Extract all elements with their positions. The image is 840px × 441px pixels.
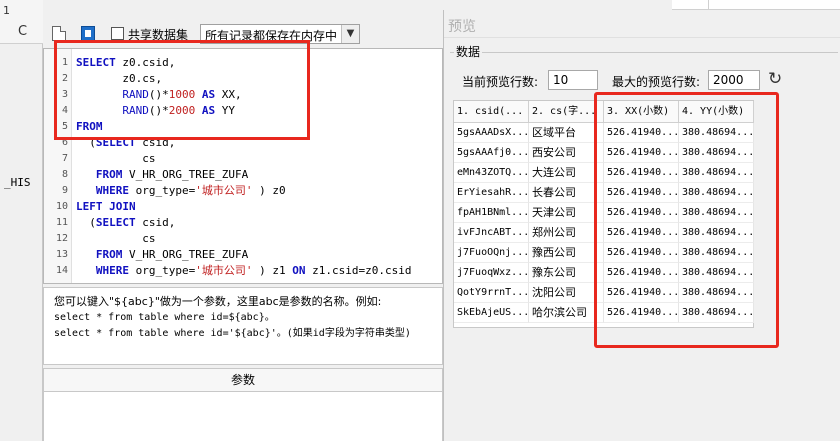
database-icon[interactable] (81, 26, 95, 41)
background-grid (672, 0, 840, 10)
line-number: 7 (61, 153, 68, 164)
table-cell: 豫东公司 (529, 263, 604, 283)
table-cell: 郑州公司 (529, 223, 604, 243)
code-token: FROM (95, 168, 123, 181)
code-token: cs (76, 232, 156, 245)
code-line[interactable]: 7 cs (44, 151, 442, 167)
line-number: 13 (55, 249, 68, 260)
highlight-box-sql (54, 40, 310, 140)
code-token: FROM (95, 248, 123, 261)
line-number: 11 (55, 217, 68, 228)
code-line[interactable]: 11 (SELECT csid, (44, 215, 442, 231)
preview-title: 预览 (448, 19, 476, 35)
left-refresh-icon[interactable]: C (18, 24, 27, 39)
code-text: WHERE org_type='城市公司' ) z1 ON z1.csid=z0… (76, 263, 412, 279)
params-header: 参数 (43, 368, 443, 392)
line-number: 14 (55, 265, 68, 276)
code-token: org_type= (129, 264, 196, 277)
code-token: csid, (135, 216, 176, 229)
code-line[interactable]: 9 WHERE org_type='城市公司' ) z0 (44, 183, 442, 199)
code-token: LEFT JOIN (76, 200, 136, 213)
line-number: 12 (55, 233, 68, 244)
table-cell: j7FuoOQnj... (454, 243, 529, 263)
code-token: ) z0 (252, 184, 286, 197)
column-header[interactable]: 1. csid(... (454, 101, 529, 123)
code-text: FROM V_HR_ORG_TREE_ZUFA (76, 167, 248, 183)
line-number: 8 (61, 169, 68, 180)
code-token: WHERE (95, 264, 129, 277)
code-line[interactable]: 8 FROM V_HR_ORG_TREE_ZUFA (44, 167, 442, 183)
line-number: 9 (61, 185, 68, 196)
data-group-label: 数据 (454, 43, 483, 60)
table-cell: 5gsAAAfj0... (454, 143, 529, 163)
code-line[interactable]: 10 LEFT JOIN (44, 199, 442, 215)
table-cell: SkEbAjeUS... (454, 303, 529, 323)
code-token: ( (76, 216, 96, 229)
table-cell: 沈阳公司 (529, 283, 604, 303)
column-header[interactable]: 2. cs(字... (529, 101, 604, 123)
parameter-hint: 您可以键入"${abc}"做为一个参数，这里abc是参数的名称。例如: sele… (43, 287, 443, 365)
table-cell: 西安公司 (529, 143, 604, 163)
table-cell: 区域平台 (529, 123, 604, 143)
table-cell: QotY9rrnT... (454, 283, 529, 303)
code-text: FROM V_HR_ORG_TREE_ZUFA (76, 247, 248, 263)
current-rows-label: 当前预览行数: (462, 75, 539, 89)
max-rows-label: 最大的预览行数: (612, 75, 701, 89)
code-token: SELECT (95, 216, 136, 229)
refresh-icon[interactable]: ↻ (768, 69, 782, 89)
table-cell: ivFJncABT... (454, 223, 529, 243)
table-cell: ErYiesahR... (454, 183, 529, 203)
table-cell: j7FuoqWxz... (454, 263, 529, 283)
table-cell: 哈尔滨公司 (529, 303, 604, 323)
table-cell: 大连公司 (529, 163, 604, 183)
share-dataset-checkbox[interactable] (111, 27, 124, 40)
code-token: V_HR_ORG_TREE_ZUFA (122, 248, 249, 261)
current-rows-input[interactable]: 10 (548, 70, 598, 90)
highlight-box-xy (594, 92, 779, 348)
code-token: WHERE (95, 184, 129, 197)
params-table[interactable] (43, 392, 443, 441)
code-token: cs (76, 152, 156, 165)
code-token: '城市公司' (195, 184, 253, 197)
code-text: WHERE org_type='城市公司' ) z0 (76, 183, 286, 199)
table-cell: 天津公司 (529, 203, 604, 223)
left-side-label: _HIS (4, 176, 31, 189)
code-line[interactable]: 12 cs (44, 231, 442, 247)
code-line[interactable]: 14 WHERE org_type='城市公司' ) z1 ON z1.csid… (44, 263, 442, 279)
code-text: LEFT JOIN (76, 199, 136, 215)
max-rows-input[interactable]: 2000 (708, 70, 760, 90)
left-panel: 1 C _HIS (0, 0, 43, 441)
code-text: (SELECT csid, (76, 215, 175, 231)
code-token: ON (292, 264, 306, 277)
code-text: cs (76, 231, 155, 247)
hint-line-3: select * from table where id='${abc}'。(如… (54, 328, 411, 339)
code-token: V_HR_ORG_TREE_ZUFA (122, 168, 249, 181)
hint-line-1: 您可以键入"${abc}"做为一个参数，这里abc是参数的名称。例如: (54, 295, 382, 308)
code-token: org_type= (129, 184, 196, 197)
line-number: 10 (55, 201, 68, 212)
table-cell: 豫西公司 (529, 243, 604, 263)
code-text: cs (76, 151, 155, 167)
code-token: ) z1 (252, 264, 293, 277)
table-cell: 5gsAAADsX... (454, 123, 529, 143)
file-icon[interactable] (52, 26, 66, 41)
table-cell: fpAH1BNml... (454, 203, 529, 223)
chevron-down-icon[interactable]: ▼ (341, 25, 359, 43)
table-cell: eMn43ZOTQ... (454, 163, 529, 183)
code-line[interactable]: 13 FROM V_HR_ORG_TREE_ZUFA (44, 247, 442, 263)
hint-line-2: select * from table where id=${abc}。 (54, 312, 275, 323)
table-cell: 长春公司 (529, 183, 604, 203)
title-divider (444, 37, 840, 38)
code-token: z1.csid=z0.csid (305, 264, 412, 277)
left-top-text: 1 (3, 4, 10, 17)
code-token: '城市公司' (195, 264, 253, 277)
